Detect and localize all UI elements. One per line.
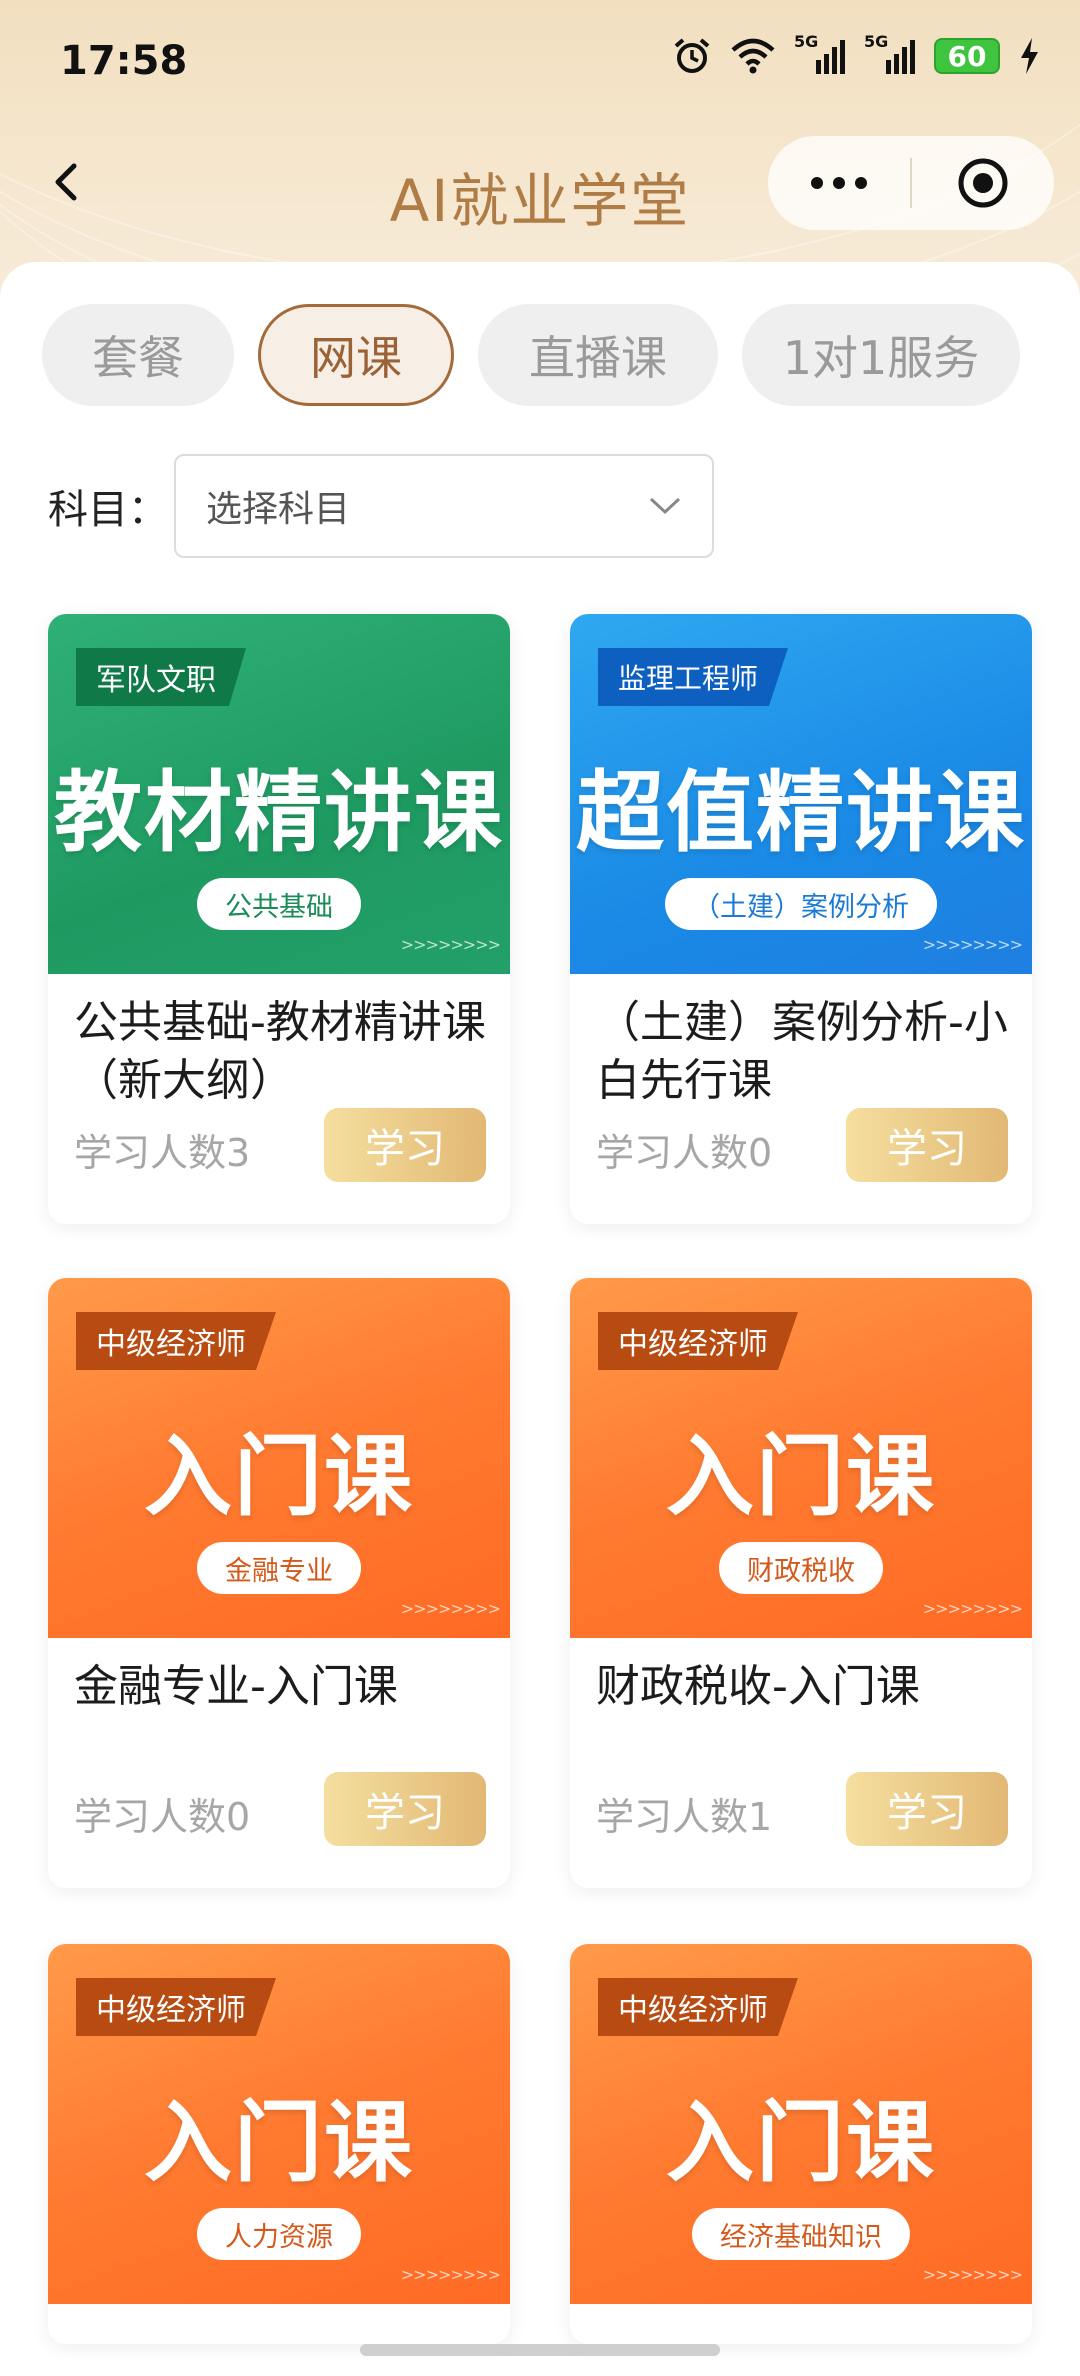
course-banner: 中级经济师 入门课 财政税收 >>>>>>>> bbox=[570, 1278, 1032, 1638]
more-dots-icon bbox=[811, 177, 867, 189]
course-banner: 中级经济师 入门课 金融专业 >>>>>>>> bbox=[48, 1278, 510, 1638]
chevron-down-icon bbox=[649, 497, 681, 515]
course-card[interactable]: 中级经济师 入门课 人力资源 >>>>>>>> bbox=[48, 1944, 510, 2344]
course-tag: 中级经济师 bbox=[598, 1978, 798, 2036]
banner-pill: 金融专业 bbox=[197, 1542, 361, 1594]
course-card[interactable]: 监理工程师 超值精讲课 （土建）案例分析 >>>>>>>> （土建）案例分析-小… bbox=[570, 614, 1032, 1224]
category-tabs: 套餐 网课 直播课 1对1服务 bbox=[42, 304, 1020, 406]
miniprogram-capsule bbox=[768, 136, 1054, 230]
course-title: （土建）案例分析-小白先行课 bbox=[596, 997, 1008, 1106]
alarm-icon bbox=[672, 36, 712, 76]
learner-count: 学习人数0 bbox=[596, 1131, 773, 1175]
banner-pill: 公共基础 bbox=[197, 878, 361, 930]
banner-pill: 经济基础知识 bbox=[692, 2208, 910, 2260]
tab-one-on-one[interactable]: 1对1服务 bbox=[742, 304, 1020, 406]
banner-title: 入门课 bbox=[143, 1425, 414, 1528]
course-banner: 军队文职 教材精讲课 公共基础 >>>>>>>> bbox=[48, 614, 510, 974]
course-banner: 中级经济师 入门课 经济基础知识 >>>>>>>> bbox=[570, 1944, 1032, 2304]
banner-title: 超值精讲课 bbox=[575, 761, 1026, 864]
subject-select[interactable]: 选择科目 bbox=[174, 454, 714, 558]
subject-label: 科目： bbox=[48, 487, 168, 533]
home-indicator[interactable] bbox=[360, 2344, 720, 2356]
course-tag: 中级经济师 bbox=[76, 1978, 276, 2036]
study-button[interactable]: 学习 bbox=[324, 1772, 486, 1846]
course-title: 财政税收-入门课 bbox=[596, 1661, 920, 1712]
status-time: 17:58 bbox=[60, 38, 188, 84]
signal-icon-1: 5G bbox=[794, 32, 846, 76]
subject-filter: 科目： 选择科目 bbox=[48, 454, 714, 558]
decor-arrows: >>>>>>>> bbox=[922, 2265, 1023, 2284]
main-panel: 套餐 网课 直播课 1对1服务 科目： 选择科目 军队文职 教材精讲课 公共基础… bbox=[0, 262, 1080, 2376]
course-title: 公共基础-教材精讲课（新大纲） bbox=[74, 997, 486, 1106]
banner-title: 入门课 bbox=[665, 2091, 936, 2194]
tab-online-course[interactable]: 网课 bbox=[258, 304, 454, 406]
course-card[interactable]: 军队文职 教材精讲课 公共基础 >>>>>>>> 公共基础-教材精讲课（新大纲）… bbox=[48, 614, 510, 1224]
course-tag: 中级经济师 bbox=[76, 1312, 276, 1370]
learner-count: 学习人数1 bbox=[596, 1795, 773, 1839]
course-banner: 监理工程师 超值精讲课 （土建）案例分析 >>>>>>>> bbox=[570, 614, 1032, 974]
learner-count: 学习人数0 bbox=[74, 1795, 251, 1839]
course-tag: 军队文职 bbox=[76, 648, 246, 706]
target-icon bbox=[958, 158, 1008, 208]
course-tag: 监理工程师 bbox=[598, 648, 789, 706]
banner-pill: （土建）案例分析 bbox=[665, 878, 937, 930]
decor-arrows: >>>>>>>> bbox=[400, 2265, 501, 2284]
signal-label-2: 5G bbox=[864, 32, 889, 51]
banner-title: 入门课 bbox=[665, 1425, 936, 1528]
banner-title: 教材精讲课 bbox=[53, 761, 504, 864]
course-tag: 中级经济师 bbox=[598, 1312, 798, 1370]
course-card[interactable]: 中级经济师 入门课 财政税收 >>>>>>>> 财政税收-入门课 学习人数1 学… bbox=[570, 1278, 1032, 1888]
learner-count: 学习人数3 bbox=[74, 1131, 251, 1175]
signal-label-1: 5G bbox=[794, 32, 819, 51]
study-button[interactable]: 学习 bbox=[324, 1108, 486, 1182]
decor-arrows: >>>>>>>> bbox=[922, 935, 1023, 954]
charging-icon bbox=[1018, 36, 1040, 76]
battery-icon: 60 bbox=[934, 38, 1000, 74]
tab-package[interactable]: 套餐 bbox=[42, 304, 234, 406]
decor-arrows: >>>>>>>> bbox=[922, 1599, 1023, 1618]
course-card[interactable]: 中级经济师 入门课 经济基础知识 >>>>>>>> bbox=[570, 1944, 1032, 2344]
close-miniprogram-button[interactable] bbox=[912, 136, 1054, 230]
status-icons: 5G 5G 60 bbox=[672, 32, 1040, 76]
banner-title: 入门课 bbox=[143, 2091, 414, 2194]
subject-placeholder: 选择科目 bbox=[206, 489, 351, 530]
signal-icon-2: 5G bbox=[864, 32, 916, 76]
banner-pill: 财政税收 bbox=[719, 1542, 883, 1594]
banner-pill: 人力资源 bbox=[197, 2208, 361, 2260]
course-banner: 中级经济师 入门课 人力资源 >>>>>>>> bbox=[48, 1944, 510, 2304]
study-button[interactable]: 学习 bbox=[846, 1772, 1008, 1846]
wifi-icon bbox=[730, 38, 776, 74]
status-bar: 17:58 5G 5G 60 bbox=[0, 0, 1080, 120]
course-card[interactable]: 中级经济师 入门课 金融专业 >>>>>>>> 金融专业-入门课 学习人数0 学… bbox=[48, 1278, 510, 1888]
course-title: 金融专业-入门课 bbox=[74, 1661, 398, 1712]
decor-arrows: >>>>>>>> bbox=[400, 1599, 501, 1618]
decor-arrows: >>>>>>>> bbox=[400, 935, 501, 954]
study-button[interactable]: 学习 bbox=[846, 1108, 1008, 1182]
nav-bar: AI就业学堂 bbox=[0, 130, 1080, 240]
tab-live-course[interactable]: 直播课 bbox=[478, 304, 718, 406]
more-button[interactable] bbox=[768, 136, 910, 230]
